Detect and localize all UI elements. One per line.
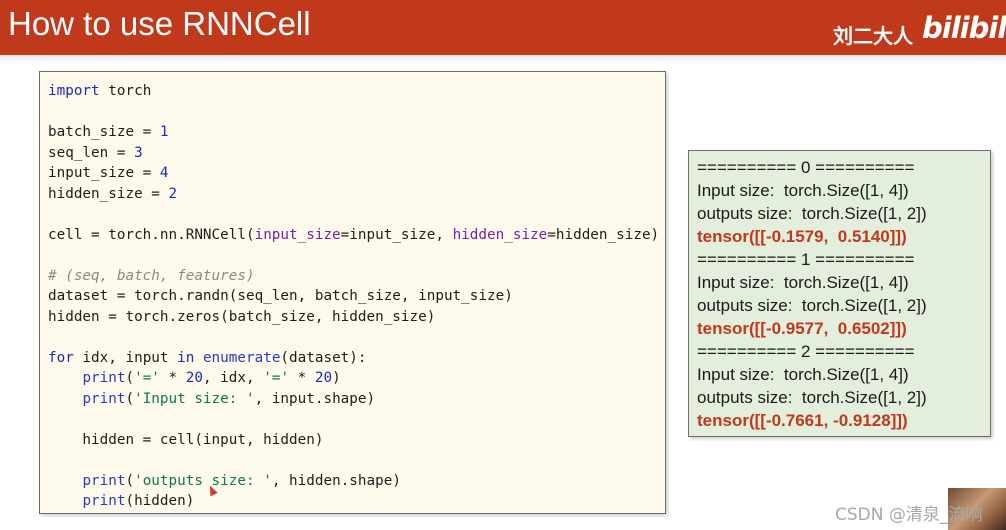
code-token: print (82, 370, 126, 386)
output-line: ========== 2 ========== (697, 342, 915, 361)
output-tensor-line: tensor([[-0.7661, -0.9128]]) (697, 411, 908, 430)
author-name: 刘二大人 (833, 24, 913, 48)
code-token: 'Input size: ' (134, 390, 255, 407)
code-token: =input_size, (340, 226, 453, 243)
code-line: print(hidden) (48, 491, 659, 512)
code-token: 20 (314, 370, 333, 386)
output-line: Input size: torch.Size([1, 4]) (697, 181, 909, 200)
code-token: 20 (185, 370, 203, 386)
code-token: * (289, 370, 315, 386)
code-token: print (82, 390, 126, 407)
code-token: (dataset): (280, 349, 367, 366)
code-token: =hidden_size) (547, 226, 660, 243)
code-token: , hidden.shape) (271, 472, 401, 489)
code-token: , idx, (202, 370, 264, 386)
code-line: import torch (48, 81, 659, 102)
code-line: hidden = cell(input, hidden) (48, 430, 659, 451)
code-token: hidden = cell(input, hidden) (48, 431, 324, 448)
code-token: 'outputs size: ' (134, 472, 272, 489)
output-tensor-line: tensor([[-0.1579, 0.5140]]) (697, 227, 907, 246)
code-line: print('outputs size: ', hidden.shape) (48, 471, 659, 492)
output-line: outputs size: torch.Size([1, 2]) (697, 204, 927, 223)
code-token: enumerate (202, 349, 281, 366)
bilibili-logo-icon: bilibili (922, 11, 1006, 45)
code-token: batch_size = (48, 124, 160, 140)
code-line: input_size = 4 (48, 163, 659, 184)
output-line: outputs size: torch.Size([1, 2]) (697, 296, 927, 315)
code-line: hidden = torch.zeros(batch_size, hidden_… (48, 307, 659, 328)
code-line: cell = torch.nn.RNNCell(input_size=input… (48, 225, 659, 246)
code-line: # (seq, batch, features) (48, 266, 659, 287)
code-line: for idx, input in enumerate(dataset): (48, 348, 659, 369)
code-token: # (seq, batch, features) (48, 267, 255, 284)
code-token: , input.shape) (254, 390, 376, 407)
slide-header: How to use RNNCell 刘二大人 bilibili (0, 0, 1006, 55)
code-token: '=' (263, 370, 290, 386)
code-token: '=' (134, 370, 160, 386)
code-token: input_size = (48, 165, 160, 181)
code-token: hidden = torch.zeros(batch_size, hidden_… (48, 308, 436, 325)
code-token: (hidden) (125, 493, 195, 509)
code-token: print (82, 493, 126, 509)
code-token: dataset = torch.randn(seq_len, batch_siz… (48, 288, 513, 304)
code-block: import torch batch_size = 1 seq_len = 3 inp… (48, 81, 659, 512)
output-tensor-line: tensor([[-0.9577, 0.6502]]) (697, 319, 907, 338)
code-token: ( (125, 390, 135, 407)
code-token: cell = torch.nn.RNNCell( (48, 226, 255, 243)
output-line: Input size: torch.Size([1, 4]) (697, 365, 909, 384)
code-token: hidden_size = (48, 185, 169, 202)
code-token: 4 (159, 165, 169, 181)
code-token: idx, input (73, 349, 178, 366)
code-token: seq_len = (48, 144, 135, 161)
code-token: 3 (134, 144, 143, 161)
slide-title: How to use RNNCell (8, 5, 311, 42)
code-token: ( (125, 472, 135, 489)
code-token: 2 (168, 185, 178, 202)
code-line: hidden_size = 2 (48, 184, 659, 205)
output-line: outputs size: torch.Size([1, 2]) (697, 388, 927, 407)
code-token: ( (125, 370, 135, 386)
code-token: import (48, 83, 100, 99)
code-panel: import torch batch_size = 1 seq_len = 3 inp… (39, 71, 666, 514)
code-line: batch_size = 1 (48, 122, 659, 143)
output-line: ========== 1 ========== (697, 250, 915, 269)
code-line: print('Input size: ', input.shape) (48, 389, 659, 410)
code-token: in (177, 349, 195, 366)
code-token: 1 (159, 124, 169, 140)
code-token: * (159, 370, 186, 386)
code-token: input_size (254, 226, 341, 243)
code-line: seq_len = 3 (48, 143, 659, 164)
code-token: hidden_size (452, 226, 548, 243)
code-token: ) (332, 370, 341, 386)
code-token: for (48, 349, 74, 366)
code-token: torch (99, 83, 152, 99)
output-line: ========== 0 ========== (697, 158, 915, 177)
output-panel: ========== 0 ========== Input size: torch… (688, 150, 991, 437)
csdn-watermark: CSDN @清泉_流响 (835, 505, 983, 525)
output-line: Input size: torch.Size([1, 4]) (697, 273, 909, 292)
code-line: print('=' * 20, idx, '=' * 20) (48, 368, 659, 389)
code-line: dataset = torch.randn(seq_len, batch_siz… (48, 286, 659, 307)
code-token: print (82, 472, 126, 489)
header-divider (0, 55, 1006, 63)
